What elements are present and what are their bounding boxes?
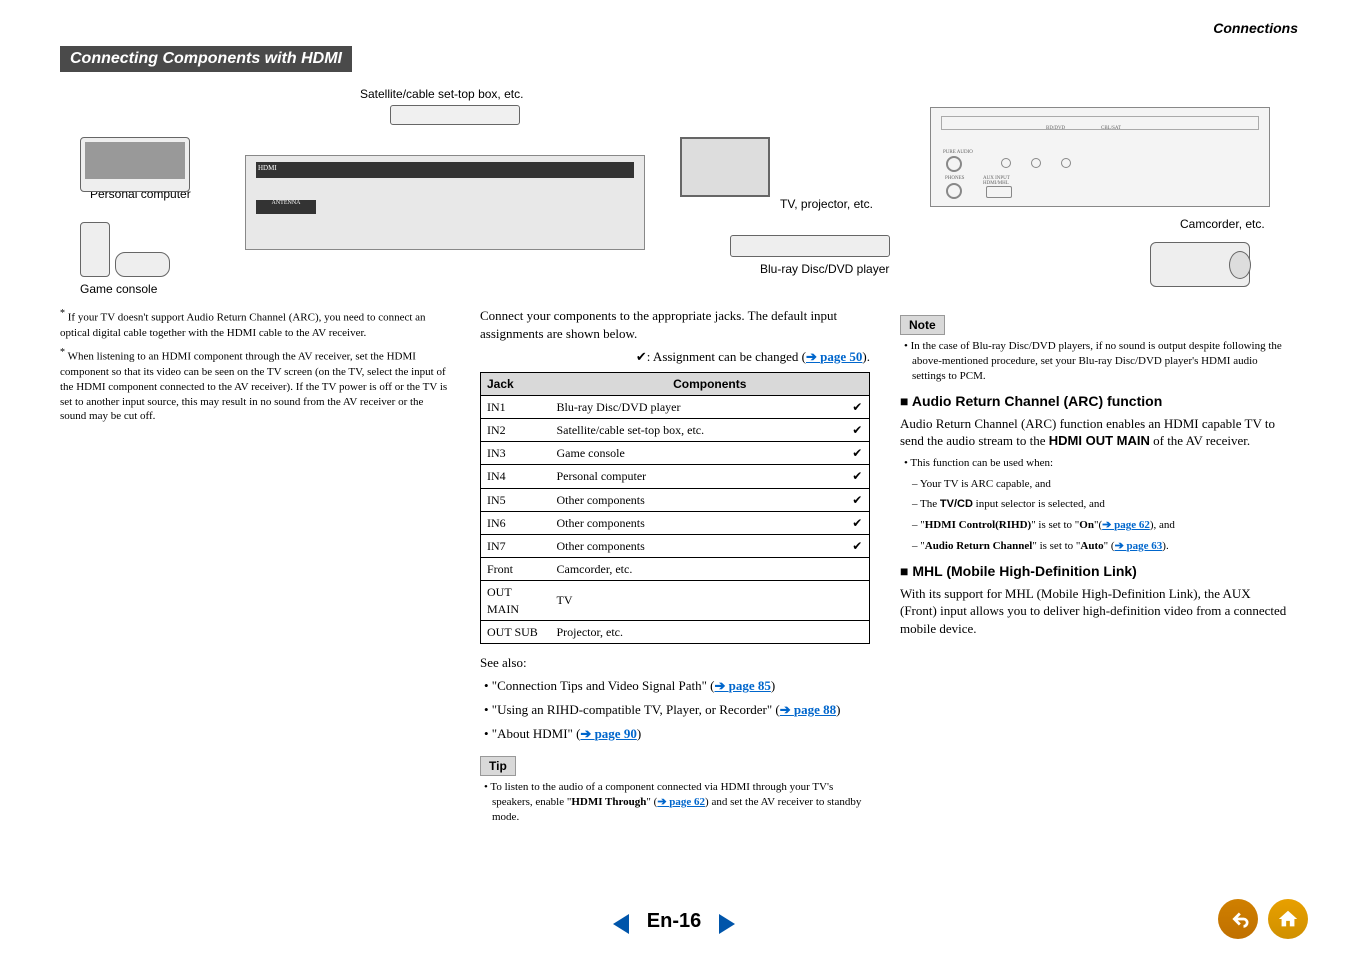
mhl-text: With its support for MHL (Mobile High-De… [900,585,1290,638]
tip-bold: HDMI Through [571,796,646,808]
footer: En-16 [0,910,1348,934]
table-row: IN6Other components✔ [481,511,870,534]
table-row: IN4Personal computer✔ [481,465,870,488]
camcorder-device [1150,242,1250,287]
arc-d1: – Your TV is ARC capable, and [912,477,1290,492]
center-intro: Connect your components to the appropria… [480,307,870,342]
sa1-text: • "Connection Tips and Video Signal Path… [484,678,714,693]
controller [115,252,170,277]
bluray-label: Blu-ray Disc/DVD player [760,262,889,276]
note-text: • In the case of Blu-ray Disc/DVD player… [904,339,1290,384]
console-tower [80,222,110,277]
sa2-text: • "Using an RIHD-compatible TV, Player, … [484,702,780,717]
tv-device [680,137,770,197]
note-label: Note [900,315,945,335]
mhl-heading: MHL (Mobile High-Definition Link) [900,562,1290,581]
table-row: IN1Blu-ray Disc/DVD player✔ [481,395,870,418]
arc-heading: Audio Return Channel (ARC) function [900,392,1290,411]
legend-pre: ✔: Assignment can be changed ( [636,349,806,364]
arc-bullet: • This function can be used when: [904,456,1290,471]
section-title: Connecting Components with HDMI [60,46,352,72]
table-row: IN5Other components✔ [481,488,870,511]
receiver-back-panel: HDMI ANTENNA [245,155,645,250]
jack-assignment-table: Jack Components IN1Blu-ray Disc/DVD play… [480,372,870,644]
bluray-device [730,235,890,257]
tv-label: TV, projector, etc. [780,197,873,211]
arc-p1b: HDMI OUT MAIN [1049,433,1150,448]
page-number: En-16 [647,910,701,932]
arc-p1c: of the AV receiver. [1150,433,1250,448]
table-row: IN2Satellite/cable set-top box, etc.✔ [481,419,870,442]
next-page-arrow[interactable] [719,914,735,934]
sa3-text: • "About HDMI" ( [484,726,580,741]
connection-diagram: Satellite/cable set-top box, etc. HDMI A… [60,87,1298,297]
link-page-90[interactable]: page 90 [580,726,636,741]
satellite-label: Satellite/cable set-top box, etc. [360,87,523,101]
home-icon[interactable] [1268,899,1308,939]
camcorder-label: Camcorder, etc. [1180,217,1265,231]
link-page-62[interactable]: page 62 [1102,519,1150,531]
back-icon[interactable] [1218,899,1258,939]
table-row: IN3Game console✔ [481,442,870,465]
pc-device [80,137,190,192]
link-page-50[interactable]: page 50 [806,349,862,364]
footnote-2: When listening to an HDMI component thro… [60,351,447,422]
link-page-63[interactable]: page 63 [1115,540,1163,552]
table-row: OUT SUBProjector, etc. [481,620,870,643]
receiver-front-panel: PURE AUDIO PHONES AUX INPUTHDMI/MHL BD/D… [930,107,1270,207]
tip-label: Tip [480,756,516,776]
th-components: Components [551,372,870,395]
table-row: OUT MAINTV [481,581,870,620]
footnote-1: If your TV doesn't support Audio Return … [60,312,426,339]
link-page-88[interactable]: page 88 [780,702,836,717]
link-page-62-tip[interactable]: page 62 [657,796,705,808]
prev-page-arrow[interactable] [613,914,629,934]
link-page-85[interactable]: page 85 [714,678,770,693]
game-label: Game console [80,282,157,296]
satellite-device [390,105,520,125]
table-row: FrontCamcorder, etc. [481,558,870,581]
table-row: IN7Other components✔ [481,534,870,557]
breadcrumb: Connections [60,20,1298,36]
th-jack: Jack [481,372,551,395]
see-also-label: See also: [480,654,870,672]
legend-post: ). [862,349,870,364]
